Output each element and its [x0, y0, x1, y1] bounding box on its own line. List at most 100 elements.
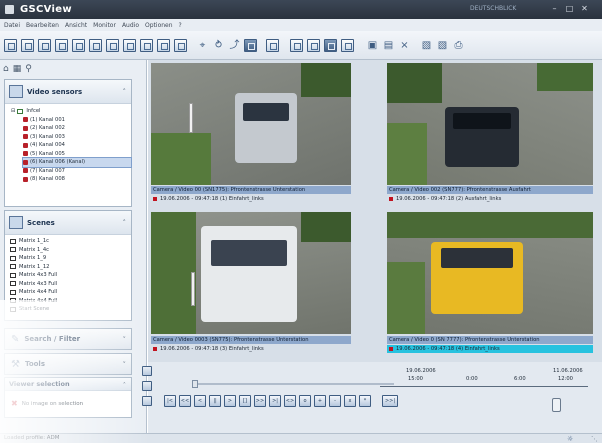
playback-loop-button[interactable]: <>: [284, 395, 296, 407]
video-tile-2[interactable]: [387, 63, 593, 185]
list-item[interactable]: (4) Kanal 004: [23, 141, 131, 150]
chevron-down-icon[interactable]: ˅: [123, 361, 127, 369]
layout-1plus5-button[interactable]: [72, 39, 85, 52]
layout-4x4-button[interactable]: [55, 39, 68, 52]
list-item[interactable]: Matrix 4x4 Full: [10, 288, 131, 297]
layout-quad-button[interactable]: [174, 39, 187, 52]
timeline-track[interactable]: [380, 386, 588, 387]
list-item[interactable]: Matrix 4x4 Full: [10, 297, 131, 306]
menu-datei[interactable]: Datei: [4, 22, 20, 29]
playback-clear-button[interactable]: x: [344, 395, 356, 407]
list-item[interactable]: (7) Kanal 007: [23, 167, 131, 176]
search-icon[interactable]: ⚲: [25, 64, 32, 74]
playback-pause-button[interactable]: ||: [209, 395, 221, 407]
layout-split-button[interactable]: [157, 39, 170, 52]
zoom-icon[interactable]: ⌖: [196, 39, 209, 52]
user-label: DEUTSCHBLICK: [470, 5, 517, 12]
playback-forward-button[interactable]: >>: [254, 395, 266, 407]
speed-slider[interactable]: [192, 380, 394, 388]
minimize-icon[interactable]: –: [549, 4, 560, 14]
mode-live-button[interactable]: [142, 366, 152, 376]
resize-grip-icon[interactable]: ⋱: [591, 435, 598, 443]
maximize-icon[interactable]: □: [564, 4, 575, 14]
save-as-icon[interactable]: ▧: [436, 39, 449, 52]
monitor-1-button[interactable]: [290, 39, 303, 52]
list-item[interactable]: (3) Kanal 003: [23, 133, 131, 142]
timeline-handle[interactable]: [552, 398, 561, 412]
save-icon[interactable]: ▧: [420, 39, 433, 52]
list-item[interactable]: Matrix 1_12: [10, 263, 131, 272]
playback-zoom-out-button[interactable]: -: [329, 395, 341, 407]
view-icon[interactable]: ▦: [13, 64, 22, 74]
menu-optionen[interactable]: Optionen: [145, 22, 173, 29]
menu-monitor[interactable]: Monitor: [93, 22, 116, 29]
playback-last-button[interactable]: >|: [269, 395, 281, 407]
chevron-up-icon[interactable]: ˄: [123, 381, 126, 389]
video-stamp-text: 19.06.2006 - 09:47:18 (3) Einfahrt_links: [160, 346, 264, 352]
layout-custom-button[interactable]: [123, 39, 136, 52]
layout-1x1-button[interactable]: [4, 39, 17, 52]
mode-search-button[interactable]: [142, 396, 152, 406]
video-tile-3[interactable]: [151, 212, 351, 334]
playback-first-button[interactable]: |<: [164, 395, 176, 407]
fullscreen-button[interactable]: [266, 39, 279, 52]
record-icon[interactable]: ▣: [366, 39, 379, 52]
list-item[interactable]: Matrix 1_1c: [10, 237, 131, 246]
video-tile-4[interactable]: [387, 212, 593, 334]
mode-playback-button[interactable]: [142, 381, 152, 391]
layout-2x2-button[interactable]: [21, 39, 34, 52]
list-item[interactable]: Matrix 4x3 Full: [10, 271, 131, 280]
list-item-selected[interactable]: (6) Kanal 006 (Kanal): [22, 157, 132, 168]
list-item[interactable]: (8) Kanal 008: [23, 175, 131, 184]
viewer-selection-item[interactable]: ✖ No image on selection: [5, 391, 131, 408]
video-sensors-header[interactable]: Video sensors ˄: [5, 80, 131, 104]
speed-slider-knob[interactable]: [192, 380, 198, 388]
playback-stop-button[interactable]: []: [239, 395, 251, 407]
monitor-2-button[interactable]: [307, 39, 320, 52]
chevron-down-icon[interactable]: ˅: [123, 336, 127, 344]
viewer-selection-header[interactable]: Viewer selection ˄: [5, 378, 131, 391]
arrow-icon[interactable]: ⤴: [228, 39, 241, 52]
playback-zoom-in-button[interactable]: +: [314, 395, 326, 407]
menu-ansicht[interactable]: Ansicht: [65, 22, 87, 29]
playback-bookmark-button[interactable]: *: [359, 395, 371, 407]
playback-rewind-button[interactable]: <<: [179, 395, 191, 407]
chevron-up-icon[interactable]: ˄: [123, 88, 127, 96]
export-icon[interactable]: ▤: [382, 39, 395, 52]
search-filter-panel[interactable]: ✎ Search / Filter ˅: [4, 328, 132, 350]
print-icon[interactable]: ⎙: [452, 39, 465, 52]
list-item[interactable]: Matrix 4x3 Full: [10, 280, 131, 289]
monitor-3-button[interactable]: [324, 39, 337, 52]
pan-icon[interactable]: ⥁: [212, 39, 225, 52]
layout-3x3-button[interactable]: [38, 39, 51, 52]
snapshot-button[interactable]: [244, 39, 257, 52]
list-item[interactable]: (5) Kanal 005: [23, 150, 131, 159]
list-item[interactable]: Start Scene: [10, 305, 131, 314]
list-item[interactable]: (1) Kanal 001: [23, 116, 131, 125]
list-item[interactable]: Matrix 1_4c: [10, 246, 131, 255]
playback-live-button[interactable]: >>|: [382, 395, 398, 407]
window-controls: – □ ✕: [549, 4, 590, 14]
close-icon[interactable]: ✕: [579, 4, 590, 14]
layout-wide-button[interactable]: [140, 39, 153, 52]
playback-play-button[interactable]: >: [224, 395, 236, 407]
menu-audio[interactable]: Audio: [122, 22, 139, 29]
layout-1plus12-button[interactable]: [106, 39, 119, 52]
sensor-label: (7) Kanal 007: [30, 167, 65, 174]
playback-back-button[interactable]: <: [194, 395, 206, 407]
layout-1plus7-button[interactable]: [89, 39, 102, 52]
tree-root[interactable]: ⊟ Infcel: [11, 107, 131, 116]
video-tile-1[interactable]: [151, 63, 351, 185]
menu-help[interactable]: ?: [179, 22, 182, 29]
home-icon[interactable]: ⌂: [3, 64, 9, 74]
tools-panel[interactable]: ⚒ Tools ˅: [4, 353, 132, 375]
delete-icon[interactable]: ×: [398, 39, 411, 52]
list-item[interactable]: Matrix 1_9: [10, 254, 131, 263]
monitor-4-button[interactable]: [341, 39, 354, 52]
scenes-header[interactable]: Scenes ˄: [5, 211, 131, 235]
list-item[interactable]: (2) Kanal 002: [23, 124, 131, 133]
menu-bearbeiten[interactable]: Bearbeiten: [26, 22, 59, 29]
no-image-icon: ✖: [11, 399, 18, 408]
playback-mark-button[interactable]: o: [299, 395, 311, 407]
chevron-up-icon[interactable]: ˄: [123, 219, 127, 227]
